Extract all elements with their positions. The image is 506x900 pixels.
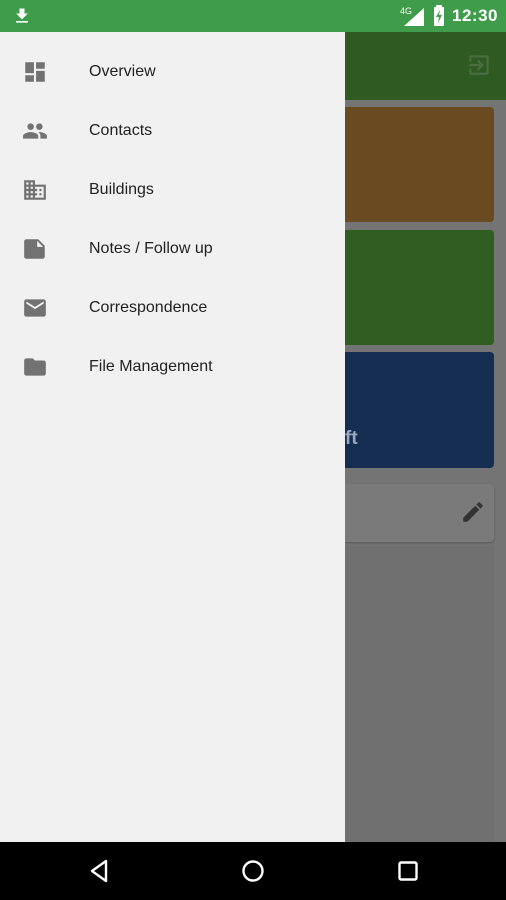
drawer-item-file-management[interactable]: File Management [0, 337, 345, 396]
drawer-item-label: File Management [89, 357, 213, 375]
home-icon[interactable] [238, 856, 268, 886]
drawer-item-label: Overview [89, 62, 156, 80]
status-bar: 4G 12:30 [0, 0, 506, 32]
note-icon [24, 238, 45, 259]
folder-icon [24, 357, 46, 376]
drawer-item-correspondence[interactable]: Correspondence [0, 278, 345, 337]
people-icon [23, 122, 47, 139]
recents-icon[interactable] [393, 856, 423, 886]
drawer-item-overview[interactable]: Overview [0, 42, 345, 101]
signal-icon: 4G [400, 6, 425, 26]
drawer-item-buildings[interactable]: Buildings [0, 160, 345, 219]
drawer-item-label: Contacts [89, 121, 153, 139]
drawer-item-label: Buildings [89, 180, 154, 198]
drawer-item-notes[interactable]: Notes / Follow up [0, 219, 345, 278]
summary-card-blue[interactable]: ft [345, 352, 494, 468]
dashboard-icon [25, 61, 45, 82]
mail-icon [24, 298, 46, 317]
svg-text:4G: 4G [400, 6, 412, 16]
system-navigation-bar [0, 842, 506, 900]
building-icon [24, 179, 46, 200]
content-area [345, 546, 494, 842]
status-time: 12:30 [452, 6, 498, 25]
drawer-item-label: Notes / Follow up [89, 239, 213, 257]
pencil-icon[interactable] [460, 499, 486, 525]
battery-charging-icon [434, 5, 445, 26]
drawer-item-contacts[interactable]: Contacts [0, 101, 345, 160]
edit-card[interactable] [345, 484, 494, 542]
summary-card-orange[interactable] [345, 107, 494, 222]
download-icon [16, 8, 28, 23]
app-toolbar [345, 32, 506, 100]
card-partial-text: ft [345, 428, 358, 449]
summary-card-green[interactable] [345, 230, 494, 345]
back-icon[interactable] [84, 856, 114, 886]
exit-icon[interactable] [466, 52, 492, 78]
drawer-item-label: Correspondence [89, 298, 208, 316]
navigation-drawer: Overview Contacts Buildings Notes / Foll… [0, 32, 345, 842]
